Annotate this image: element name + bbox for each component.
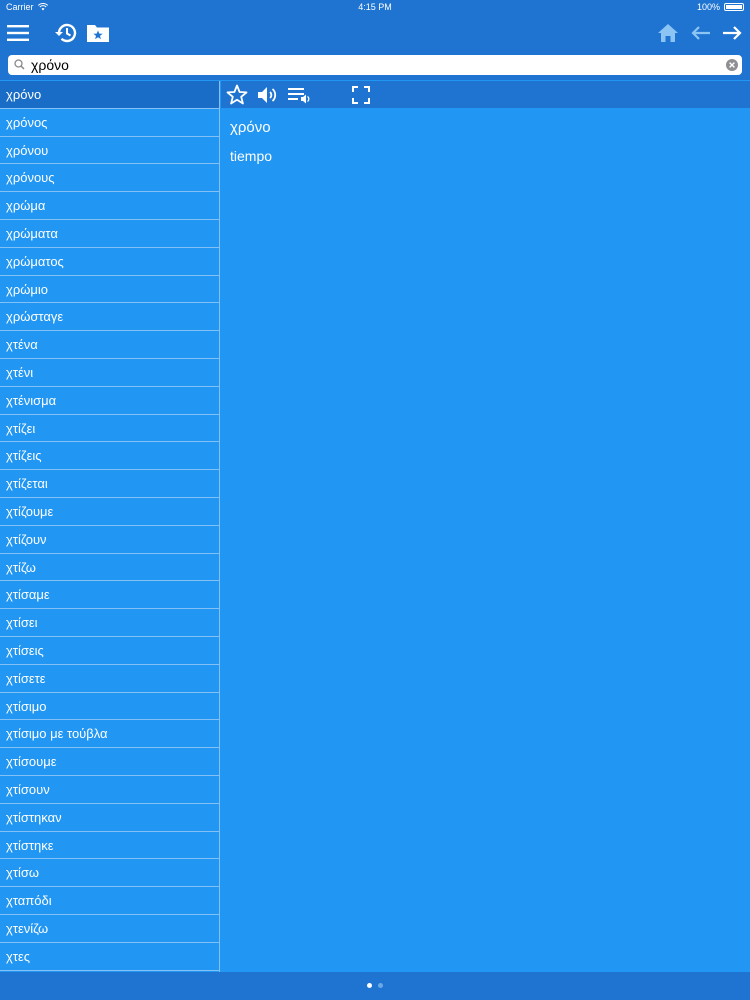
battery-icon — [724, 3, 744, 11]
word-list-item[interactable]: χτίζεται — [0, 470, 219, 498]
page-dot[interactable] — [378, 983, 383, 988]
word-list-item[interactable]: χτες — [0, 943, 219, 971]
speak-button[interactable] — [255, 83, 279, 107]
word-list-item[interactable]: χτένα — [0, 331, 219, 359]
fullscreen-button[interactable] — [349, 83, 373, 107]
search-icon — [14, 59, 25, 70]
word-list-item[interactable]: χτίσετε — [0, 665, 219, 693]
playlist-button[interactable] — [287, 83, 311, 107]
search-field[interactable] — [8, 55, 742, 75]
word-list-item[interactable]: χτίσεις — [0, 637, 219, 665]
word-list-item[interactable]: χρόνου — [0, 137, 219, 165]
back-button[interactable] — [686, 18, 716, 48]
word-list-item[interactable]: χτίσουν — [0, 776, 219, 804]
word-list-item[interactable]: χτίσιμο με τούβλα — [0, 720, 219, 749]
word-list-item[interactable]: χτίσω — [0, 859, 219, 888]
word-list-item[interactable]: χρόνους — [0, 164, 219, 193]
favorite-star-icon — [226, 84, 248, 105]
clock: 4:15 PM — [358, 2, 392, 12]
battery-percent: 100% — [696, 2, 720, 12]
word-list-item[interactable]: χρώμα — [0, 192, 219, 220]
word-list-item[interactable]: χτίζεις — [0, 442, 219, 471]
word-list-item[interactable]: χτένι — [0, 359, 219, 387]
menu-icon — [7, 25, 29, 41]
word-list-item[interactable]: χρώματα — [0, 220, 219, 248]
clear-search-icon[interactable] — [726, 59, 738, 71]
word-list-item[interactable]: χταπόδι — [0, 887, 219, 915]
history-button[interactable] — [50, 18, 80, 48]
page-dot[interactable] — [367, 983, 372, 988]
playlist-audio-icon — [288, 88, 310, 104]
word-list-item[interactable]: χτένισμα — [0, 387, 219, 415]
detail-toolbar — [221, 81, 750, 108]
search-input[interactable] — [27, 56, 726, 74]
home-icon — [658, 24, 678, 42]
speaker-icon — [258, 87, 277, 103]
word-list-item[interactable]: χτίσαμε — [0, 581, 219, 610]
word-list-item[interactable]: χρώμιο — [0, 276, 219, 304]
word-list-item[interactable]: χρώσταγε — [0, 303, 219, 332]
search-bar — [0, 52, 750, 80]
favorite-button[interactable] — [225, 83, 249, 107]
word-list-item[interactable]: χρώματος — [0, 248, 219, 276]
menu-button[interactable] — [3, 18, 33, 48]
home-button[interactable] — [653, 18, 683, 48]
favorites-folder-icon — [87, 25, 109, 42]
definition-panel: χρόνο tiempo — [230, 110, 740, 164]
word-list-item[interactable]: χτίστηκε — [0, 832, 219, 860]
back-arrow-icon — [691, 26, 710, 40]
forward-arrow-icon — [723, 26, 742, 40]
word-list-item[interactable]: χτίστηκαν — [0, 804, 219, 832]
favorites-folder-button[interactable] — [83, 18, 113, 48]
word-list-item[interactable]: χτίζουμε — [0, 498, 219, 526]
history-icon — [55, 23, 77, 43]
word-list-item[interactable]: χτίζει — [0, 415, 219, 443]
word-list-item[interactable]: χτίζουν — [0, 526, 219, 554]
bottom-bar — [0, 972, 750, 1000]
word-list-item[interactable]: χτίζω — [0, 554, 219, 582]
translation: tiempo — [230, 148, 273, 164]
headword: χρόνο — [230, 119, 271, 136]
top-navbar — [0, 14, 750, 52]
word-list-item[interactable]: χτίσιμο — [0, 693, 219, 721]
fullscreen-icon — [352, 86, 370, 104]
forward-button[interactable] — [717, 18, 747, 48]
word-list-item[interactable]: χτίσουμε — [0, 748, 219, 776]
word-list-item[interactable]: χτίσει — [0, 609, 219, 637]
word-list[interactable]: χρόνο χρόνος χρόνου χρόνους χρώμα χρώματα χρώμ… — [0, 81, 220, 972]
word-list-item[interactable]: χρόνος — [0, 109, 219, 137]
word-list-item[interactable]: χρόνο — [0, 81, 219, 109]
word-list-item[interactable]: χτενίζω — [0, 915, 219, 943]
page-indicator — [0, 983, 750, 988]
status-bar: Carrier 4:15 PM 100% — [0, 0, 750, 14]
